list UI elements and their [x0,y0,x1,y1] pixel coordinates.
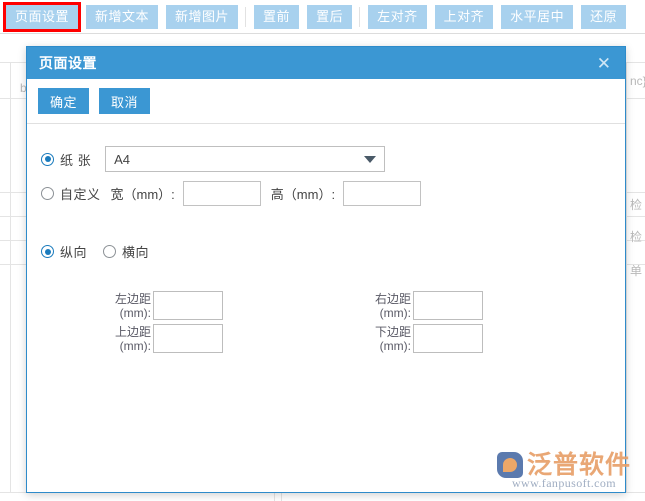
paper-size-select-value: A4 [114,152,130,167]
toolbar-button-align-top[interactable]: 上对齐 [435,5,494,29]
page-setup-dialog: 页面设置 ✕ 确定 取消 纸 张 A4 自定义 宽（mm）: 高（mm）: [26,46,626,493]
radio-paper-custom[interactable] [41,187,54,200]
toolbar-button-add-image[interactable]: 新增图片 [166,5,238,29]
margin-top-label: 上边距(mm): [87,325,153,353]
toolbar-button-page-setup[interactable]: 页面设置 [6,5,78,29]
margin-bottom-label: 下边距(mm): [347,325,413,353]
paper-size-row: 纸 张 A4 [41,146,625,172]
paper-size-select[interactable]: A4 [105,146,385,172]
dialog-body: 纸 张 A4 自定义 宽（mm）: 高（mm）: 纵向 横向 左边距(mm): [27,146,625,353]
toolbar-button-restore[interactable]: 还原 [581,5,626,29]
margin-right-input[interactable] [413,291,483,320]
radio-paper-preset-label: 纸 张 [60,150,91,169]
orientation-row: 纵向 横向 [41,242,625,261]
editor-toolbar: 页面设置 新增文本 新增图片 置前 置后 左对齐 上对齐 水平居中 还原 [0,0,645,34]
margins-section: 左边距(mm): 右边距(mm): 上边距(mm): 下边距(mm): [87,291,625,353]
radio-paper-preset[interactable] [41,153,54,166]
background-text-fragment: 检 [630,228,642,245]
toolbar-separator [359,7,360,27]
custom-height-label: 高（mm）: [271,184,335,203]
chevron-down-icon [364,156,376,163]
radio-orientation-portrait[interactable] [41,245,54,258]
toolbar-button-send-back[interactable]: 置后 [307,5,352,29]
background-text-fragment: 单 [630,262,642,279]
dialog-title-bar: 页面设置 ✕ [27,47,625,79]
margin-left-input[interactable] [153,291,223,320]
toolbar-button-align-center-horizontal[interactable]: 水平居中 [501,5,573,29]
background-grid-line [626,62,627,492]
radio-orientation-landscape-label: 横向 [122,242,149,261]
custom-width-label: 宽（mm）: [111,184,175,203]
toolbar-button-bring-front[interactable]: 置前 [254,5,299,29]
custom-height-input[interactable] [343,181,421,206]
background-text-fragment: 检 [630,196,642,213]
close-icon[interactable]: ✕ [593,53,615,74]
custom-size-row: 自定义 宽（mm）: 高（mm）: [41,181,625,206]
radio-orientation-portrait-label: 纵向 [60,242,87,261]
margin-bottom-input[interactable] [413,324,483,353]
margin-top-input[interactable] [153,324,223,353]
background-grid-line [274,492,275,501]
background-grid-line [281,492,282,501]
margin-left-label: 左边距(mm): [87,292,153,320]
radio-paper-custom-label: 自定义 [60,184,101,203]
confirm-button[interactable]: 确定 [38,88,89,114]
dialog-title: 页面设置 [39,53,97,73]
toolbar-button-align-left[interactable]: 左对齐 [368,5,427,29]
dialog-action-bar: 确定 取消 [27,79,625,124]
toolbar-separator [245,7,246,27]
margin-right-label: 右边距(mm): [347,292,413,320]
background-grid-line [10,62,11,492]
cancel-button[interactable]: 取消 [99,88,150,114]
radio-orientation-landscape[interactable] [103,245,116,258]
background-text-fragment: nc} [630,74,645,88]
toolbar-button-add-text[interactable]: 新增文本 [86,5,158,29]
custom-width-input[interactable] [183,181,261,206]
